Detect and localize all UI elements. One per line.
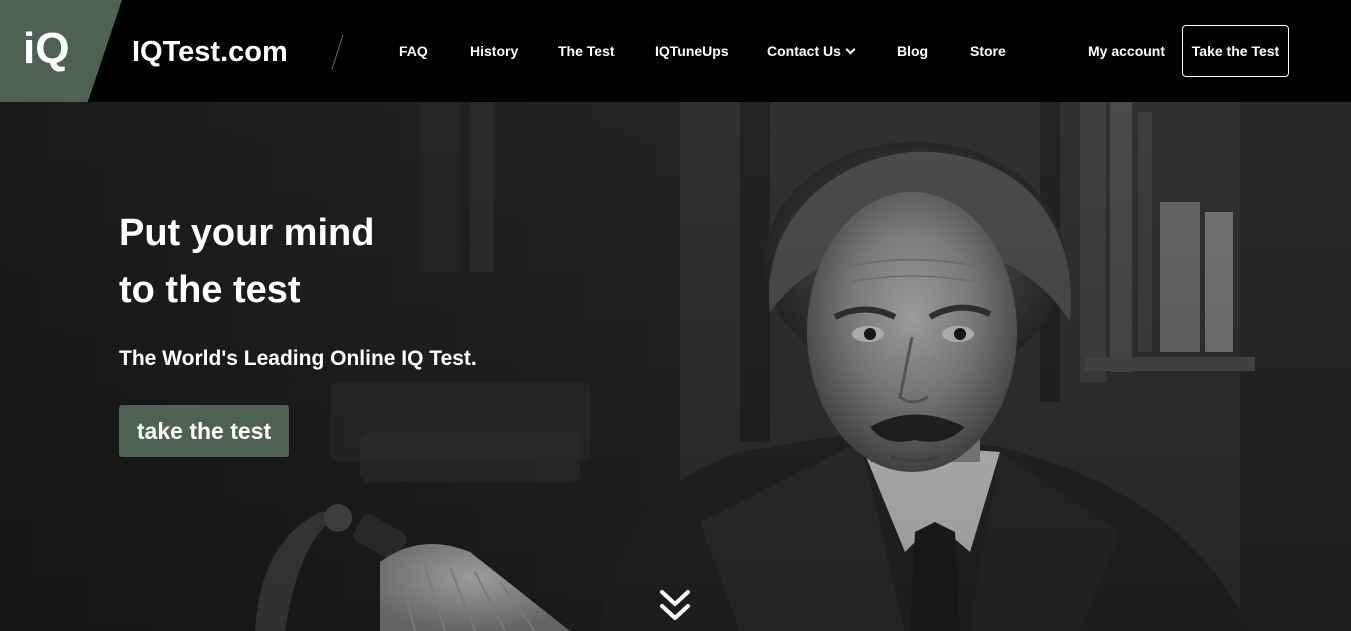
take-the-test-header-button[interactable]: Take the Test bbox=[1182, 25, 1289, 77]
nav-item-faq[interactable]: FAQ bbox=[399, 42, 428, 60]
scroll-down-button[interactable] bbox=[658, 586, 692, 626]
nav-item-store[interactable]: Store bbox=[970, 42, 1006, 60]
site-header: iQ IQTest.com FAQ History The Test IQTun… bbox=[0, 0, 1351, 102]
nav-item-history[interactable]: History bbox=[470, 42, 518, 60]
nav-item-blog[interactable]: Blog bbox=[897, 42, 928, 60]
hero-section: Put your mind to the test The World's Le… bbox=[0, 102, 1351, 631]
brand-divider bbox=[331, 34, 344, 70]
logo-iq-text[interactable]: iQ bbox=[23, 22, 69, 76]
hero-title-line-1: Put your mind bbox=[119, 212, 375, 254]
nav-item-contact-us[interactable]: Contact Us bbox=[767, 42, 856, 60]
nav-item-iqtuneups[interactable]: IQTuneUps bbox=[655, 42, 729, 60]
hero-title-line-2: to the test bbox=[119, 269, 301, 311]
chevron-down-icon bbox=[845, 44, 856, 55]
nav-item-contact-us-label: Contact Us bbox=[767, 43, 841, 59]
hero-title: Put your mind to the test bbox=[119, 205, 539, 319]
double-chevron-down-icon bbox=[660, 590, 690, 620]
page: iQ IQTest.com FAQ History The Test IQTun… bbox=[0, 0, 1351, 631]
brand-name[interactable]: IQTest.com bbox=[132, 35, 288, 69]
nav-item-the-test[interactable]: The Test bbox=[558, 42, 615, 60]
take-the-test-hero-button[interactable]: take the test bbox=[119, 405, 289, 457]
hero-subtitle: The World's Leading Online IQ Test. bbox=[119, 347, 477, 370]
my-account-link[interactable]: My account bbox=[1088, 42, 1165, 60]
